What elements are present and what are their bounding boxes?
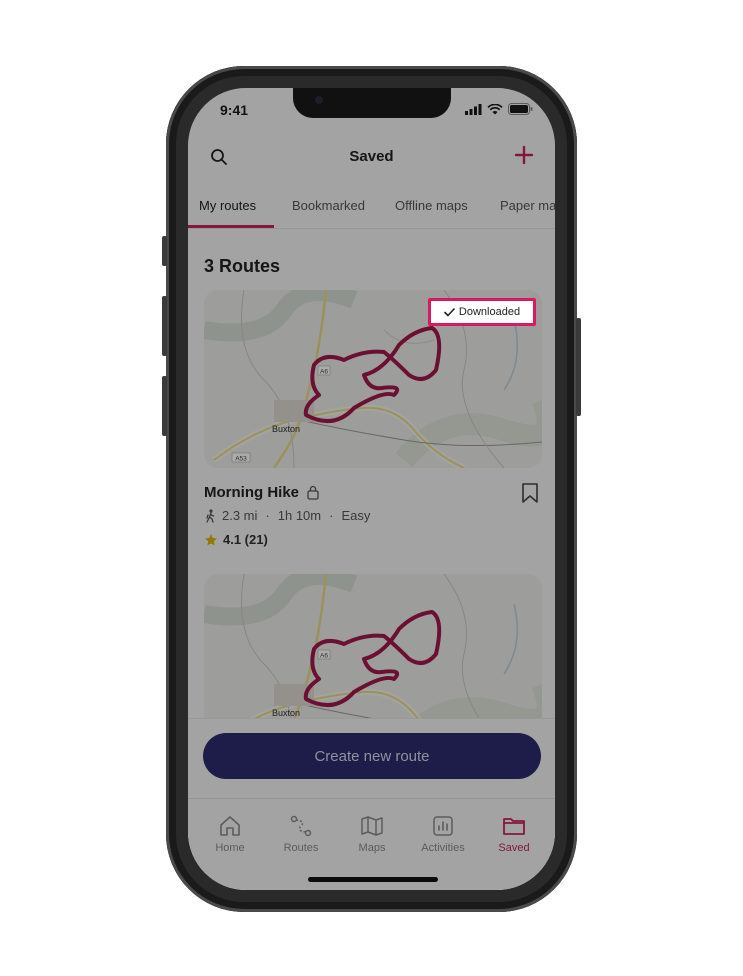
tab-bar: My routes Bookmarked Offline maps Paper … [188, 188, 555, 229]
routes-icon [290, 815, 312, 837]
nav-routes[interactable]: Routes [266, 815, 336, 854]
bottom-action-panel: Create new route [188, 718, 555, 799]
meta-separator: · [329, 508, 334, 523]
signal-icon [465, 103, 482, 115]
bookmark-icon[interactable] [521, 482, 539, 509]
map-road-label: A6 [320, 653, 328, 660]
battery-icon [508, 103, 533, 115]
add-icon[interactable] [513, 144, 535, 171]
folder-icon [503, 818, 525, 835]
power-button [576, 318, 581, 416]
active-tab-indicator [188, 225, 274, 228]
volume-down-button [162, 376, 167, 436]
rating-value: 4.1 (21) [223, 532, 268, 547]
nav-maps-label: Maps [358, 842, 386, 854]
route-name[interactable]: Morning Hike [204, 484, 299, 501]
tab-my-routes[interactable]: My routes [199, 198, 256, 213]
tab-offline-maps[interactable]: Offline maps [395, 198, 468, 213]
status-icons [465, 103, 533, 115]
nav-saved[interactable]: Saved [479, 815, 549, 854]
meta-separator: · [265, 508, 270, 523]
map-town-label: Buxton [272, 708, 300, 718]
map-road-label: A6 [320, 369, 328, 376]
routes-count-heading: 3 Routes [204, 256, 281, 276]
nav-home-label: Home [215, 842, 245, 854]
route-meta: 2.3 mi · 1h 10m · Easy [204, 508, 370, 523]
home-icon [220, 816, 240, 836]
page-title: Saved [349, 148, 394, 165]
app-screen: 9:41 Saved My routes Bookmarked Offline … [188, 88, 555, 890]
route-rating: 4.1 (21) [204, 532, 268, 547]
nav-routes-label: Routes [283, 842, 319, 854]
hiker-icon [206, 508, 215, 523]
nav-activities[interactable]: Activities [408, 815, 478, 854]
nav-maps[interactable]: Maps [337, 815, 407, 854]
wifi-icon [487, 103, 503, 114]
map-road-label: A53 [235, 456, 247, 463]
map-icon [361, 816, 383, 836]
route-map-thumbnail[interactable]: A6 Buxton A53 [204, 290, 542, 468]
create-new-route-button[interactable]: Create new route [203, 733, 541, 779]
volume-up-button [162, 296, 167, 356]
status-time: 9:41 [220, 102, 249, 118]
star-icon [205, 533, 217, 546]
notch [293, 88, 451, 118]
route-difficulty: Easy [341, 508, 371, 523]
lock-icon [306, 484, 320, 505]
route-distance: 2.3 mi [222, 508, 258, 523]
route-duration: 1h 10m [277, 508, 322, 523]
activities-icon [433, 816, 453, 836]
map-graphic: A6 Buxton A53 [204, 290, 542, 468]
mute-switch [162, 236, 167, 266]
camera [315, 96, 323, 104]
map-town-label: Buxton [272, 424, 300, 434]
nav-home[interactable]: Home [195, 815, 265, 854]
nav-saved-label: Saved [498, 842, 530, 854]
home-indicator [308, 877, 438, 882]
tab-bookmarked[interactable]: Bookmarked [292, 198, 365, 213]
nav-activities-label: Activities [421, 842, 465, 854]
top-bar: Saved [188, 138, 555, 178]
tab-paper-maps[interactable]: Paper maps [500, 198, 555, 213]
